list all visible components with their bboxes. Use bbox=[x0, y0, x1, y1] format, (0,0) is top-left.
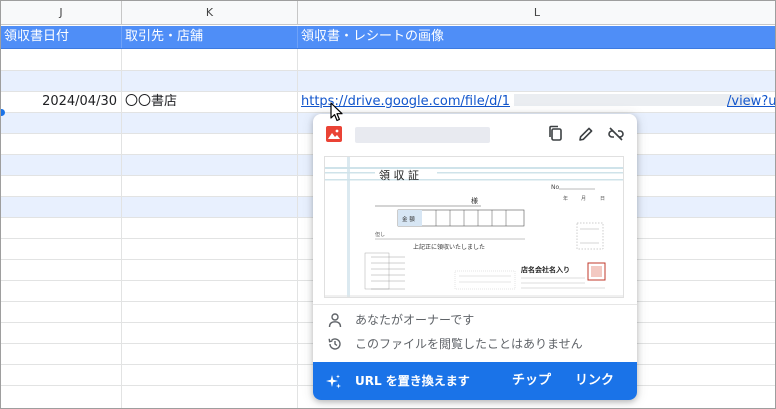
table-header-row: 領収書日付 取引先・店舗 領収書・レシートの画像 bbox=[1, 26, 775, 49]
unlink-icon bbox=[608, 127, 624, 141]
column-header-l[interactable]: L bbox=[298, 1, 775, 25]
grid-cell[interactable] bbox=[298, 49, 775, 70]
column-header-k[interactable]: K bbox=[122, 1, 298, 25]
receipt-company-name: 店名会社名入り bbox=[521, 265, 570, 274]
receipt-amount-label: 金 額 bbox=[402, 215, 415, 223]
keep-link-button[interactable]: リンク bbox=[575, 362, 614, 400]
grid-cell[interactable] bbox=[122, 49, 298, 70]
grid-cell[interactable] bbox=[1, 281, 122, 301]
copy-icon bbox=[549, 125, 562, 141]
preview-card-header bbox=[313, 114, 637, 154]
table-row bbox=[1, 49, 775, 71]
image-file-icon bbox=[326, 126, 342, 142]
replace-url-button[interactable]: URL を置き換えます bbox=[355, 362, 470, 400]
grid-cell[interactable] bbox=[1, 344, 122, 364]
receipt-confirm-text: 上記正に領収いたしました bbox=[413, 243, 485, 251]
grid-cell[interactable] bbox=[122, 344, 298, 364]
sparkle-icon bbox=[326, 374, 341, 389]
redacted-file-title bbox=[355, 127, 490, 143]
grid-cell[interactable] bbox=[122, 323, 298, 343]
receipt-unit-day: 日 bbox=[600, 196, 605, 202]
owner-text: あなたがオーナーです bbox=[355, 313, 475, 327]
grid-cell[interactable] bbox=[1, 218, 122, 238]
copy-link-button[interactable] bbox=[545, 123, 567, 145]
grid-cell[interactable] bbox=[122, 113, 298, 133]
viewed-text: このファイルを閲覧したことはありません bbox=[355, 337, 583, 351]
history-icon bbox=[328, 338, 341, 350]
grid-cell[interactable] bbox=[1, 113, 122, 133]
grid-cell[interactable] bbox=[122, 302, 298, 322]
grid-cell[interactable] bbox=[122, 386, 298, 408]
column-header-j[interactable]: J bbox=[1, 1, 122, 25]
grid-cell[interactable] bbox=[122, 176, 298, 196]
receipt-unit-year: 年 bbox=[563, 195, 568, 202]
grid-cell[interactable] bbox=[1, 49, 122, 70]
mouse-cursor-icon bbox=[330, 102, 343, 122]
grid-cell[interactable] bbox=[1, 71, 122, 91]
grid-cell[interactable] bbox=[122, 155, 298, 175]
grid-cell[interactable] bbox=[1, 155, 122, 175]
receipt-unit-month: 月 bbox=[581, 196, 586, 202]
receipt-title: 領 収 証 bbox=[379, 168, 419, 182]
view-history-info: このファイルを閲覧したことはありません bbox=[327, 335, 627, 353]
grid-cell[interactable] bbox=[1, 176, 122, 196]
receipt-tadashi: 但し bbox=[375, 231, 385, 238]
card-divider bbox=[313, 304, 637, 305]
drive-link-suffix[interactable]: /view?u bbox=[727, 92, 775, 112]
remove-link-button[interactable] bbox=[605, 123, 627, 145]
owner-info: あなたがオーナーです bbox=[327, 311, 627, 329]
receipt-thumbnail: 領 収 証 No 年 月 日 様 金 額 但し 上記正に領収いたしました 店名会… bbox=[325, 157, 623, 297]
receipt-no: No bbox=[551, 184, 559, 191]
edit-pencil-icon bbox=[579, 127, 593, 141]
header-cell-receipt-image[interactable]: 領収書・レシートの画像 bbox=[298, 26, 775, 48]
grid-cell[interactable] bbox=[1, 239, 122, 259]
grid-cell[interactable] bbox=[122, 71, 298, 91]
table-row: 2024/04/30 〇〇書店 https://drive.google.com… bbox=[1, 92, 775, 113]
grid-cell[interactable] bbox=[122, 218, 298, 238]
spreadsheet-window: J K L 領収書日付 取引先・店舗 領収書・レシートの画像 2024/04/3… bbox=[0, 0, 776, 409]
convert-to-chip-button[interactable]: チップ bbox=[512, 362, 551, 400]
receipt-sama: 様 bbox=[471, 196, 478, 205]
header-cell-vendor[interactable]: 取引先・店舗 bbox=[122, 26, 298, 48]
header-cell-receipt-date[interactable]: 領収書日付 bbox=[1, 26, 122, 48]
grid-cell[interactable] bbox=[122, 239, 298, 259]
grid-cell[interactable] bbox=[1, 386, 122, 408]
table-row bbox=[1, 71, 775, 92]
grid-cell[interactable] bbox=[1, 134, 122, 154]
grid-cell[interactable] bbox=[298, 71, 775, 91]
receipt-image-preview[interactable]: 領 収 証 No 年 月 日 様 金 額 但し 上記正に領収いたしました 店名会… bbox=[324, 156, 624, 298]
column-header-bar: J K L bbox=[1, 1, 775, 25]
edit-link-button[interactable] bbox=[575, 123, 597, 145]
grid-cell[interactable] bbox=[122, 197, 298, 217]
person-icon bbox=[328, 313, 342, 328]
cell-vendor[interactable]: 〇〇書店 bbox=[122, 92, 298, 112]
grid-cell[interactable] bbox=[1, 302, 122, 322]
drive-file-preview-card: 領 収 証 No 年 月 日 様 金 額 但し 上記正に領収いたしました 店名会… bbox=[313, 114, 637, 400]
grid-cell[interactable] bbox=[1, 260, 122, 280]
grid-cell[interactable] bbox=[122, 281, 298, 301]
grid-cell[interactable] bbox=[1, 197, 122, 217]
chip-action-bar: URL を置き換えます チップ リンク bbox=[313, 362, 637, 400]
grid-cell[interactable] bbox=[1, 365, 122, 385]
cell-receipt-date[interactable]: 2024/04/30 bbox=[1, 92, 122, 112]
grid-cell[interactable] bbox=[122, 134, 298, 154]
cell-receipt-link[interactable]: https://drive.google.com/file/d/1 /view?… bbox=[298, 92, 775, 112]
grid-cell[interactable] bbox=[1, 323, 122, 343]
grid-cell[interactable] bbox=[122, 260, 298, 280]
redacted-file-id bbox=[514, 94, 755, 106]
grid-cell[interactable] bbox=[122, 365, 298, 385]
